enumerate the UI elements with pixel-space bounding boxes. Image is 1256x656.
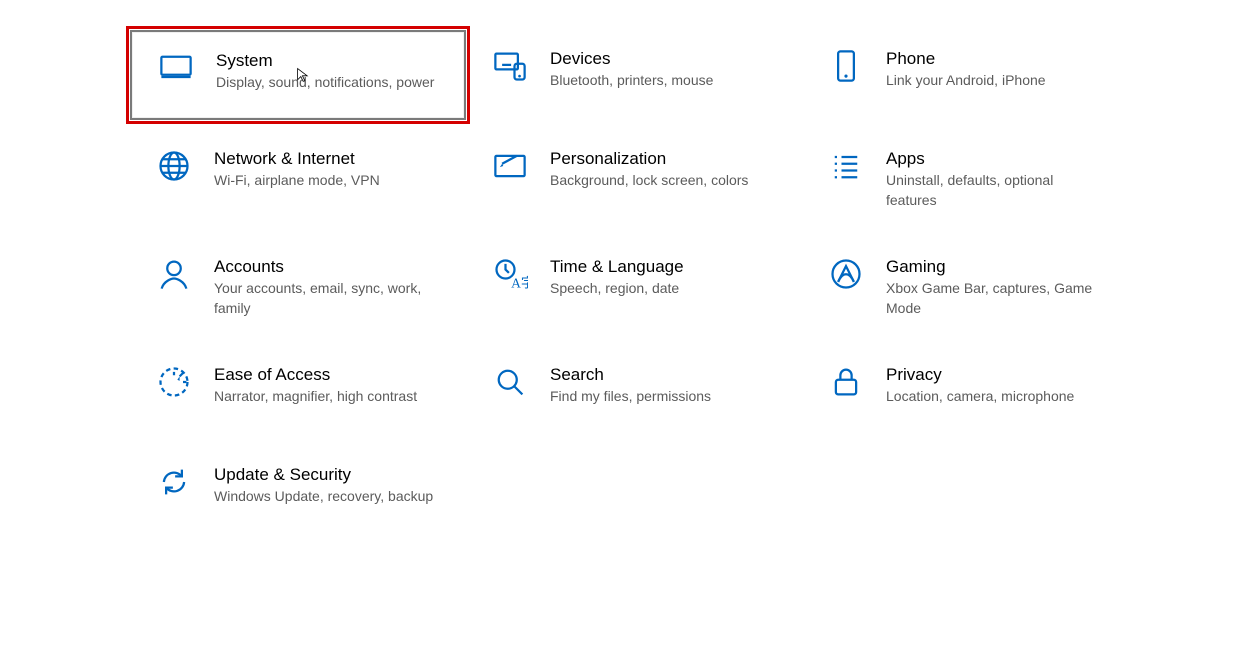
category-desc: Background, lock screen, colors — [550, 170, 748, 190]
category-title: Apps — [886, 148, 1106, 170]
category-personalization[interactable]: Personalization Background, lock screen,… — [466, 130, 802, 228]
category-apps[interactable]: Apps Uninstall, defaults, optional featu… — [802, 130, 1138, 228]
category-gaming[interactable]: Gaming Xbox Game Bar, captures, Game Mod… — [802, 238, 1138, 336]
category-title: Search — [550, 364, 711, 386]
devices-icon — [488, 48, 532, 92]
category-privacy[interactable]: Privacy Location, camera, microphone — [802, 346, 1138, 436]
clock-language-icon — [488, 256, 532, 300]
category-devices[interactable]: Devices Bluetooth, printers, mouse — [466, 30, 802, 120]
paintbrush-icon — [488, 148, 532, 192]
phone-icon — [824, 48, 868, 92]
category-desc: Display, sound, notifications, power — [216, 72, 434, 92]
xbox-icon — [824, 256, 868, 300]
category-network-internet[interactable]: Network & Internet Wi-Fi, airplane mode,… — [130, 130, 466, 228]
category-title: Devices — [550, 48, 713, 70]
category-desc: Your accounts, email, sync, work, family — [214, 278, 434, 318]
category-title: Gaming — [886, 256, 1106, 278]
category-phone[interactable]: Phone Link your Android, iPhone — [802, 30, 1138, 120]
category-system[interactable]: System Display, sound, notifications, po… — [130, 30, 466, 120]
category-ease-of-access[interactable]: Ease of Access Narrator, magnifier, high… — [130, 346, 466, 436]
category-desc: Speech, region, date — [550, 278, 684, 298]
lock-icon — [824, 364, 868, 408]
settings-category-grid: System Display, sound, notifications, po… — [130, 30, 1140, 536]
person-icon — [152, 256, 196, 300]
accessibility-icon — [152, 364, 196, 408]
category-desc: Narrator, magnifier, high contrast — [214, 386, 417, 406]
category-title: System — [216, 50, 434, 72]
category-desc: Uninstall, defaults, optional features — [886, 170, 1106, 210]
category-desc: Bluetooth, printers, mouse — [550, 70, 713, 90]
category-title: Personalization — [550, 148, 748, 170]
category-desc: Find my files, permissions — [550, 386, 711, 406]
category-update-security[interactable]: Update & Security Windows Update, recove… — [130, 446, 466, 536]
category-title: Network & Internet — [214, 148, 380, 170]
category-title: Time & Language — [550, 256, 684, 278]
search-icon — [488, 364, 532, 408]
apps-list-icon — [824, 148, 868, 192]
category-desc: Windows Update, recovery, backup — [214, 486, 433, 506]
update-icon — [152, 464, 196, 508]
category-search[interactable]: Search Find my files, permissions — [466, 346, 802, 436]
category-title: Phone — [886, 48, 1046, 70]
category-desc: Location, camera, microphone — [886, 386, 1074, 406]
category-title: Privacy — [886, 364, 1074, 386]
category-desc: Xbox Game Bar, captures, Game Mode — [886, 278, 1106, 318]
category-title: Ease of Access — [214, 364, 417, 386]
category-time-language[interactable]: Time & Language Speech, region, date — [466, 238, 802, 336]
category-title: Accounts — [214, 256, 434, 278]
globe-icon — [152, 148, 196, 192]
category-desc: Link your Android, iPhone — [886, 70, 1046, 90]
category-title: Update & Security — [214, 464, 433, 486]
system-icon — [154, 50, 198, 94]
category-desc: Wi-Fi, airplane mode, VPN — [214, 170, 380, 190]
category-accounts[interactable]: Accounts Your accounts, email, sync, wor… — [130, 238, 466, 336]
